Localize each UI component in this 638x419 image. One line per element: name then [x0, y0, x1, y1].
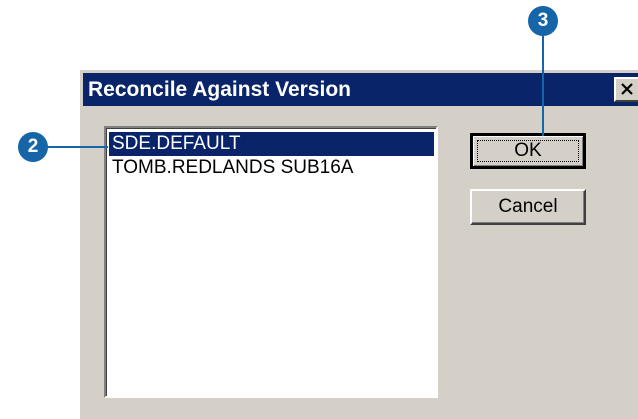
ok-button-label: OK — [514, 140, 542, 161]
cancel-button[interactable]: Cancel — [470, 189, 586, 225]
reconcile-dialog: Reconcile Against Version SDE.DEFAULT TO… — [78, 68, 638, 419]
version-item-tomb-redlands[interactable]: TOMB.REDLANDS SUB16A — [109, 156, 434, 180]
close-icon — [621, 83, 633, 95]
callout-2-leader-line — [46, 146, 108, 148]
cancel-button-label: Cancel — [498, 196, 558, 217]
ok-button[interactable]: OK — [470, 133, 586, 169]
close-button[interactable] — [614, 77, 638, 102]
dialog-titlebar[interactable]: Reconcile Against Version — [83, 73, 638, 106]
version-listbox[interactable]: SDE.DEFAULT TOMB.REDLANDS SUB16A — [104, 126, 438, 398]
step-2-callout: 2 — [18, 132, 48, 162]
version-item-sde-default[interactable]: SDE.DEFAULT — [109, 132, 434, 156]
dialog-title: Reconcile Against Version — [88, 78, 351, 101]
screenshot-stage: Reconcile Against Version SDE.DEFAULT TO… — [0, 0, 638, 419]
callout-3-leader-line — [542, 34, 544, 136]
step-3-callout: 3 — [528, 6, 558, 36]
